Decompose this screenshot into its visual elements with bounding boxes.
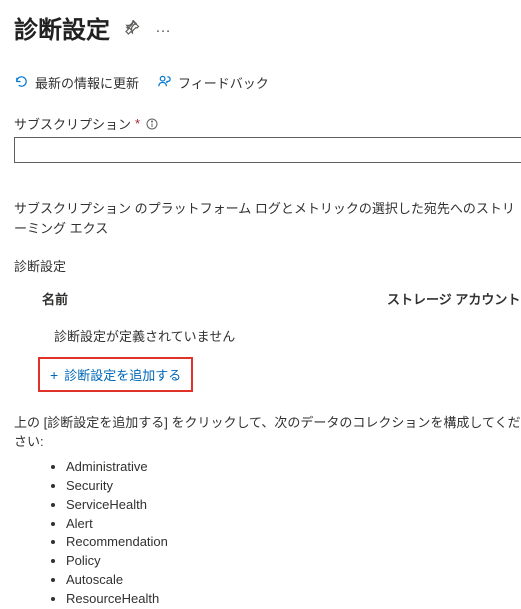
required-mark: * <box>135 116 140 131</box>
add-setting-highlight: + 診断設定を追加する <box>38 357 193 392</box>
more-icon[interactable]: … <box>154 18 174 38</box>
column-header-name: 名前 <box>42 289 387 308</box>
refresh-label: 最新の情報に更新 <box>35 73 139 92</box>
empty-message: 診断設定が定義されていません <box>14 326 521 345</box>
column-header-storage: ストレージ アカウント <box>387 289 521 308</box>
category-list: AdministrativeSecurityServiceHealthAlert… <box>14 458 521 609</box>
list-item: ServiceHealth <box>66 496 521 515</box>
feedback-button[interactable]: フィードバック <box>157 73 269 92</box>
list-item: Recommendation <box>66 533 521 552</box>
info-icon[interactable] <box>146 118 158 130</box>
feedback-label: フィードバック <box>178 73 269 92</box>
instruction-text: 上の [診断設定を追加する] をクリックして、次のデータのコレクションを構成して… <box>14 412 521 450</box>
list-item: Administrative <box>66 458 521 477</box>
list-item: Autoscale <box>66 571 521 590</box>
pin-icon[interactable] <box>122 18 142 38</box>
refresh-button[interactable]: 最新の情報に更新 <box>14 73 139 92</box>
add-setting-label: 診断設定を追加する <box>64 365 181 384</box>
plus-icon: + <box>50 368 58 382</box>
list-item: Policy <box>66 552 521 571</box>
page-title: 診断設定 <box>14 10 110 45</box>
list-item: Alert <box>66 515 521 534</box>
add-setting-button[interactable]: + 診断設定を追加する <box>50 365 181 384</box>
subscription-dropdown[interactable] <box>14 137 521 163</box>
list-item: Security <box>66 477 521 496</box>
description-text: サブスクリプション のプラットフォーム ログとメトリックの選択した宛先へのストリ… <box>14 199 521 238</box>
subscription-label: サブスクリプション <box>14 114 131 133</box>
feedback-icon <box>157 74 172 92</box>
section-label: 診断設定 <box>14 256 521 275</box>
list-item: ResourceHealth <box>66 590 521 609</box>
refresh-icon <box>14 74 29 92</box>
